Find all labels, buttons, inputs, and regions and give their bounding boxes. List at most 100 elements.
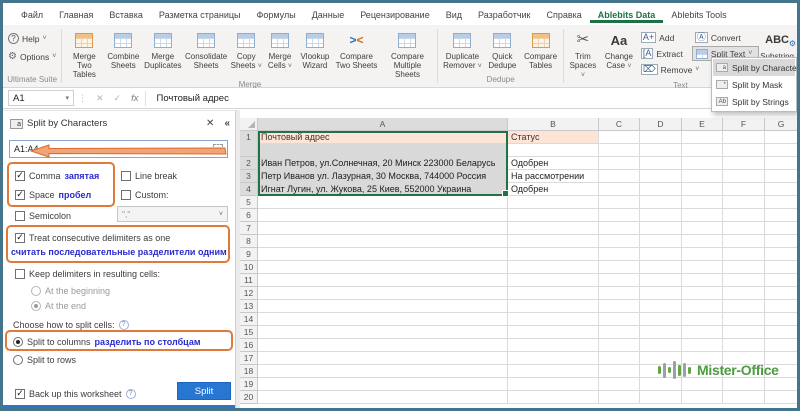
cell-F14[interactable] (723, 313, 765, 326)
merge-two-tables-button[interactable]: Merge Two Tables (64, 28, 104, 80)
cell-D12[interactable] (640, 287, 682, 300)
cell-A8[interactable] (258, 235, 508, 248)
cell-C9[interactable] (599, 248, 640, 261)
cell-G12[interactable] (765, 287, 797, 300)
cell-C11[interactable] (599, 274, 640, 287)
cell-E2[interactable] (682, 157, 723, 170)
cell-G10[interactable] (765, 261, 797, 274)
row-header-5[interactable]: 5 (240, 196, 258, 209)
cell-D2[interactable] (640, 157, 682, 170)
cell-E15[interactable] (682, 326, 723, 339)
cell-D1-lower[interactable] (640, 144, 682, 157)
cell-C3[interactable] (599, 170, 640, 183)
help-circle-icon[interactable]: ? (125, 388, 136, 399)
cell-D19[interactable] (640, 378, 682, 391)
cell-D20[interactable] (640, 391, 682, 404)
cell-D5[interactable] (640, 196, 682, 209)
cell-A1-lower[interactable] (258, 144, 508, 157)
cell-F7[interactable] (723, 222, 765, 235)
change-case-button[interactable]: Aa Change Case ˅ (600, 28, 638, 72)
cell-E11[interactable] (682, 274, 723, 287)
remove-button[interactable]: ⌦ Remove ˅ (638, 62, 699, 77)
cell-D11[interactable] (640, 274, 682, 287)
cell-C16[interactable] (599, 339, 640, 352)
insert-function-icon[interactable]: fx (131, 93, 138, 104)
cell-B10[interactable] (508, 261, 599, 274)
compare-multiple-sheets-button[interactable]: Compare Multiple Sheets (379, 28, 435, 80)
column-header-C[interactable]: C (599, 118, 640, 131)
row-header-17[interactable]: 17 (240, 352, 258, 365)
row-header-4[interactable]: 4 (240, 183, 258, 196)
cell-D9[interactable] (640, 248, 682, 261)
custom-delimiter-select[interactable]: "," ˅ (117, 206, 228, 222)
cell-E1-lower[interactable] (682, 144, 723, 157)
at-end-radio[interactable] (31, 300, 41, 311)
row-header-10[interactable]: 10 (240, 261, 258, 274)
cell-B15[interactable] (508, 326, 599, 339)
cell-G19[interactable] (765, 378, 797, 391)
row-header-19[interactable]: 19 (240, 378, 258, 391)
cell-A15[interactable] (258, 326, 508, 339)
duplicate-remover-button[interactable]: Duplicate Remover ˅ (440, 28, 484, 72)
cell-C20[interactable] (599, 391, 640, 404)
cell-A3[interactable]: Петр Иванов ул. Лазурная, 30 Москва, 744… (258, 170, 508, 183)
cell-B4[interactable]: Одобрен (508, 183, 599, 196)
column-header-A[interactable]: A (258, 118, 508, 131)
range-input[interactable]: A1:A4 (9, 140, 228, 158)
cell-E10[interactable] (682, 261, 723, 274)
cell-G6[interactable] (765, 209, 797, 222)
split-to-columns-radio[interactable] (13, 336, 23, 347)
space-checkbox[interactable] (15, 189, 25, 200)
cell-A11[interactable] (258, 274, 508, 287)
tab-review[interactable]: Рецензирование (352, 6, 438, 23)
cell-A16[interactable] (258, 339, 508, 352)
at-beginning-radio[interactable] (31, 285, 41, 296)
cell-A18[interactable] (258, 365, 508, 378)
compare-two-sheets-button[interactable]: >< Compare Two Sheets (333, 28, 379, 71)
cell-F8[interactable] (723, 235, 765, 248)
cell-E19[interactable] (682, 378, 723, 391)
cell-G20[interactable] (765, 391, 797, 404)
cell-B1[interactable]: Статус (508, 131, 599, 144)
menu-item-split-by-mask[interactable]: * Split by Mask (713, 76, 795, 93)
column-header-G[interactable]: G (765, 118, 797, 131)
cell-B3[interactable]: На рассмотрении (508, 170, 599, 183)
cell-D15[interactable] (640, 326, 682, 339)
cell-E1[interactable] (682, 131, 723, 144)
cell-E20[interactable] (682, 391, 723, 404)
cell-A14[interactable] (258, 313, 508, 326)
tab-home[interactable]: Главная (51, 6, 101, 23)
cell-F5[interactable] (723, 196, 765, 209)
cell-F12[interactable] (723, 287, 765, 300)
row-header-14[interactable]: 14 (240, 313, 258, 326)
custom-checkbox[interactable] (121, 189, 131, 200)
tab-ablebits-tools[interactable]: Ablebits Tools (663, 6, 734, 23)
cell-C2[interactable] (599, 157, 640, 170)
cell-B9[interactable] (508, 248, 599, 261)
cell-D13[interactable] (640, 300, 682, 313)
cell-G1-lower[interactable] (765, 144, 797, 157)
split-to-rows-radio[interactable] (13, 354, 23, 365)
cell-A20[interactable] (258, 391, 508, 404)
cell-G8[interactable] (765, 235, 797, 248)
row-header-15[interactable]: 15 (240, 326, 258, 339)
cancel-icon[interactable]: ✕ (96, 93, 104, 104)
vlookup-wizard-button[interactable]: Vlookup Wizard (296, 28, 333, 71)
column-header-B[interactable]: B (508, 118, 599, 131)
combine-sheets-button[interactable]: Combine Sheets (104, 28, 142, 71)
cell-F20[interactable] (723, 391, 765, 404)
merge-duplicates-button[interactable]: Merge Duplicates (142, 28, 183, 71)
cell-E9[interactable] (682, 248, 723, 261)
cell-E16[interactable] (682, 339, 723, 352)
cell-E5[interactable] (682, 196, 723, 209)
cell-B1-lower[interactable] (508, 144, 599, 157)
formula-input[interactable]: Почтовый адрес (148, 93, 797, 104)
tab-page-layout[interactable]: Разметка страницы (151, 6, 249, 23)
cell-F3[interactable] (723, 170, 765, 183)
trim-spaces-button[interactable]: ✂ Trim Spaces ˅ (566, 28, 600, 81)
merge-cells-button[interactable]: Merge Cells ˅ (264, 28, 297, 72)
cell-E13[interactable] (682, 300, 723, 313)
cell-C6[interactable] (599, 209, 640, 222)
row-header-1[interactable]: 1 (240, 131, 258, 157)
select-all-corner[interactable] (240, 118, 258, 131)
